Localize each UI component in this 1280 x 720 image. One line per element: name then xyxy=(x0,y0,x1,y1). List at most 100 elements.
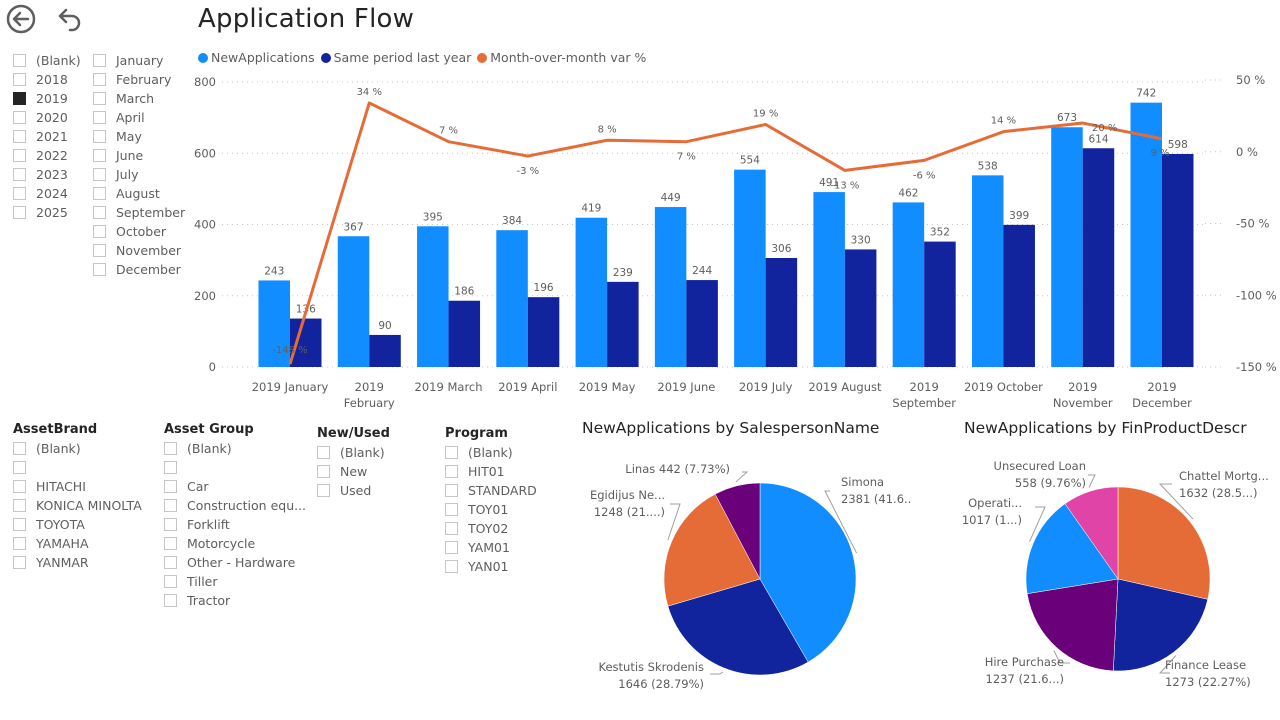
slicer-option[interactable]: HIT01 xyxy=(445,462,537,481)
slicer-option[interactable]: YAMAHA xyxy=(13,534,142,553)
slicer-option[interactable]: TOY02 xyxy=(445,519,537,538)
bar-new-applications xyxy=(813,192,845,367)
slicer-option[interactable]: Construction equ... xyxy=(164,496,306,515)
checkbox[interactable] xyxy=(164,575,177,588)
checkbox[interactable] xyxy=(13,556,26,569)
data-label-last-year: 598 xyxy=(1168,139,1188,151)
slicer-option[interactable]: Used xyxy=(317,481,390,500)
bar-new-applications xyxy=(654,207,687,367)
finproduct-pie-chart: Chattel Mortg... 1632 (28.5...) Finance Le… xyxy=(962,459,1269,689)
slicer-option-label: Motorcycle xyxy=(187,536,256,551)
slicer-option[interactable]: (Blank) xyxy=(13,439,142,458)
slicer-option-label: Forklift xyxy=(187,517,230,532)
checkbox[interactable] xyxy=(445,522,458,535)
slicer-option-label: STANDARD xyxy=(468,483,537,498)
checkbox[interactable] xyxy=(445,503,458,516)
x-axis-tick: 2019 March xyxy=(415,380,483,394)
checkbox[interactable] xyxy=(13,537,26,550)
slicer-header: AssetBrand xyxy=(13,421,98,437)
checkbox[interactable] xyxy=(164,461,177,474)
y-axis-left-tick: 600 xyxy=(194,146,216,160)
slicer-option-label: YANMAR xyxy=(36,555,89,570)
slicer-header: Program xyxy=(445,425,508,441)
slicer-option[interactable]: YANMAR xyxy=(13,553,142,572)
checkbox[interactable] xyxy=(317,484,330,497)
data-label-mom-var: 7 % xyxy=(677,152,696,163)
pie-leader-line xyxy=(710,671,724,675)
slicer-option[interactable]: YAN01 xyxy=(445,557,537,576)
bar-same-period-last-year xyxy=(527,297,560,367)
data-label-new: 419 xyxy=(581,203,601,215)
slicer-option-label: Used xyxy=(340,483,372,498)
data-label-last-year: 306 xyxy=(771,243,791,255)
bar-same-period-last-year xyxy=(369,334,401,367)
pie-label-value: 1237 (21.6...) xyxy=(986,672,1064,686)
slicer-option[interactable]: Motorcycle xyxy=(164,534,306,553)
slicer-option-label: HIT01 xyxy=(468,464,505,479)
checkbox[interactable] xyxy=(445,484,458,497)
slicer-option[interactable]: Tractor xyxy=(164,591,306,610)
pie-label-name: Finance Lease xyxy=(1165,658,1246,672)
data-label-new: 395 xyxy=(423,211,443,223)
bar-same-period-last-year xyxy=(686,280,718,367)
slicer-option[interactable]: YAM01 xyxy=(445,538,537,557)
checkbox[interactable] xyxy=(445,446,458,459)
slicer-option[interactable] xyxy=(13,458,142,477)
data-label-mom-var: 34 % xyxy=(357,87,382,98)
x-axis-tick: 2019 October xyxy=(964,380,1043,394)
checkbox[interactable] xyxy=(164,537,177,550)
checkbox[interactable] xyxy=(13,461,26,474)
pie-leader-line xyxy=(735,471,749,483)
checkbox[interactable] xyxy=(317,446,330,459)
slicer-option[interactable]: TOYOTA xyxy=(13,515,142,534)
pie-label-name: Chattel Mortg... xyxy=(1179,469,1269,483)
checkbox[interactable] xyxy=(164,499,177,512)
checkbox[interactable] xyxy=(13,442,26,455)
slicer-option[interactable]: Car xyxy=(164,477,306,496)
bar-same-period-last-year xyxy=(1162,153,1194,367)
checkbox[interactable] xyxy=(164,518,177,531)
slicer-option-label: TOY02 xyxy=(468,521,509,536)
checkbox[interactable] xyxy=(317,465,330,478)
checkbox[interactable] xyxy=(445,560,458,573)
checkbox[interactable] xyxy=(13,518,26,531)
slicer-option[interactable]: Tiller xyxy=(164,572,306,591)
checkbox[interactable] xyxy=(164,480,177,493)
program-slicer: Program (Blank) HIT01 STANDARD TOY01 TOY02 YAM… xyxy=(445,423,537,576)
slicer-option[interactable]: (Blank) xyxy=(445,443,537,462)
pie-label-name: Egidijus Ne... xyxy=(590,488,665,502)
slicer-option[interactable]: Forklift xyxy=(164,515,306,534)
slicer-option[interactable]: TOY01 xyxy=(445,500,537,519)
checkbox[interactable] xyxy=(445,541,458,554)
x-axis-tick: 2019 xyxy=(355,380,384,394)
checkbox[interactable] xyxy=(445,465,458,478)
data-label-last-year: 399 xyxy=(1009,210,1029,222)
checkbox[interactable] xyxy=(13,499,26,512)
slicer-option-label: New xyxy=(340,464,368,479)
slicer-option[interactable]: HITACHI xyxy=(13,477,142,496)
slicer-header: New/Used xyxy=(317,425,390,441)
slicer-option[interactable] xyxy=(164,458,306,477)
slicer-option[interactable]: (Blank) xyxy=(164,439,306,458)
checkbox[interactable] xyxy=(13,480,26,493)
slicer-option-label: (Blank) xyxy=(340,445,385,460)
checkbox[interactable] xyxy=(164,442,177,455)
pie-label-name: Kestutis Skrodenis xyxy=(598,660,704,674)
data-label-new: 449 xyxy=(661,192,681,204)
data-label-new: 367 xyxy=(343,221,363,233)
slicer-option[interactable]: New xyxy=(317,462,390,481)
checkbox[interactable] xyxy=(164,556,177,569)
data-label-new: 742 xyxy=(1136,88,1156,100)
slicer-option[interactable]: KONICA MINOLTA xyxy=(13,496,142,515)
bar-new-applications xyxy=(1130,102,1162,367)
bar-new-applications xyxy=(892,202,925,367)
slicer-option[interactable]: (Blank) xyxy=(317,443,390,462)
checkbox[interactable] xyxy=(164,594,177,607)
x-axis-tick: 2019 xyxy=(910,380,939,394)
pie-label-value: 2381 (41.6...) xyxy=(841,492,910,506)
x-axis-tick: 2019 April xyxy=(498,380,557,394)
slicer-option-label: Tractor xyxy=(187,593,231,608)
slicer-option[interactable]: STANDARD xyxy=(445,481,537,500)
slicer-option[interactable]: Other - Hardware xyxy=(164,553,306,572)
pie-label-name: Unsecured Loan xyxy=(994,459,1086,473)
